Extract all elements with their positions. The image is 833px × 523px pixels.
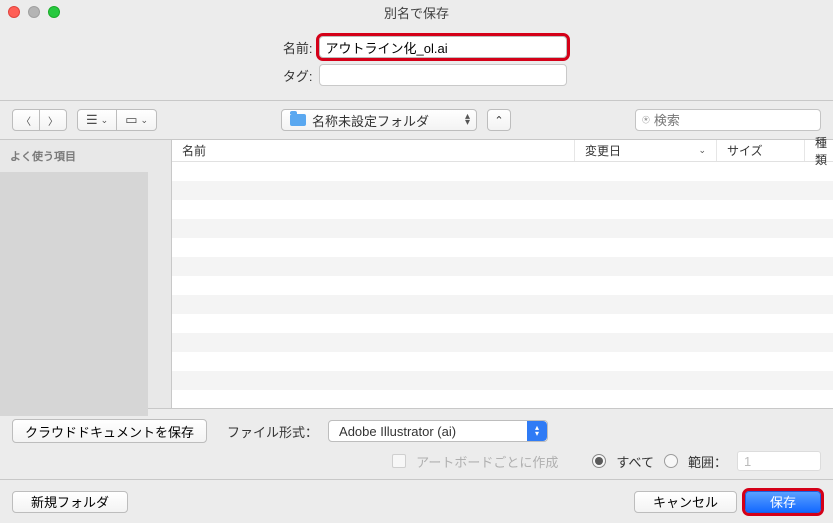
format-value: Adobe Illustrator (ai) bbox=[339, 424, 456, 439]
all-label: すべて bbox=[616, 452, 654, 471]
column-type[interactable]: 種類 bbox=[805, 140, 833, 161]
tag-input[interactable] bbox=[319, 64, 567, 86]
save-button[interactable]: 保存 bbox=[745, 491, 821, 513]
location-popup[interactable]: 名称未設定フォルダ ▴▾ bbox=[281, 109, 477, 131]
fullscreen-window-icon[interactable] bbox=[48, 6, 60, 18]
content-area: よく使う項目 名前 変更日⌄ サイズ 種類 bbox=[0, 140, 833, 408]
sidebar-favorites-block[interactable] bbox=[0, 172, 148, 416]
folder-icon: ▭ bbox=[125, 112, 137, 128]
name-section: 名前: タグ: bbox=[0, 24, 833, 100]
artboard-row: アートボードごとに作成 すべて 範囲： bbox=[0, 449, 833, 479]
traffic-lights bbox=[8, 6, 60, 18]
group-button[interactable]: ▭⌄ bbox=[117, 109, 157, 131]
column-header: 名前 変更日⌄ サイズ 種類 bbox=[172, 140, 833, 162]
chevron-up-icon: ⌃ bbox=[494, 114, 503, 127]
forward-button[interactable]: 〉 bbox=[40, 109, 67, 131]
new-folder-button[interactable]: 新規フォルダ bbox=[12, 491, 128, 513]
format-label: ファイル形式： bbox=[227, 422, 318, 441]
toolbar: 〈 〉 ☰⌄ ▭⌄ 名称未設定フォルダ ▴▾ ⌃ ⍟ bbox=[0, 101, 833, 139]
column-date[interactable]: 変更日⌄ bbox=[575, 140, 717, 161]
view-mode-button[interactable]: ☰⌄ bbox=[77, 109, 117, 131]
chevron-down-icon: ⌄ bbox=[141, 115, 149, 126]
all-radio[interactable] bbox=[592, 454, 606, 468]
folder-swatch-icon bbox=[290, 114, 306, 126]
list-icon: ☰ bbox=[86, 112, 98, 128]
column-name[interactable]: 名前 bbox=[172, 140, 575, 161]
updown-icon: ▴▾ bbox=[527, 421, 547, 441]
minimize-window-icon bbox=[28, 6, 40, 18]
tag-label: タグ: bbox=[267, 66, 313, 85]
filename-input[interactable] bbox=[319, 36, 567, 58]
cloud-save-button[interactable]: クラウドドキュメントを保存 bbox=[12, 419, 207, 443]
window-title: 別名で保存 bbox=[384, 3, 449, 22]
chevron-left-icon: 〈 bbox=[21, 113, 31, 128]
chevron-down-icon: ⌄ bbox=[101, 115, 109, 126]
footer: 新規フォルダ キャンセル 保存 bbox=[0, 479, 833, 523]
nav-buttons: 〈 〉 bbox=[12, 109, 67, 131]
collapse-button[interactable]: ⌃ bbox=[487, 109, 511, 131]
per-artboard-checkbox bbox=[392, 454, 406, 468]
view-buttons: ☰⌄ ▭⌄ bbox=[77, 109, 157, 131]
sidebar: よく使う項目 bbox=[0, 140, 172, 408]
search-input[interactable] bbox=[654, 113, 830, 128]
file-rows[interactable] bbox=[172, 162, 833, 409]
back-button[interactable]: 〈 bbox=[12, 109, 40, 131]
format-select[interactable]: Adobe Illustrator (ai) ▴▾ bbox=[328, 420, 548, 442]
updown-icon: ▴▾ bbox=[465, 114, 470, 126]
column-size[interactable]: サイズ bbox=[717, 140, 805, 161]
sidebar-favorites-heading: よく使う項目 bbox=[0, 144, 171, 168]
cancel-button[interactable]: キャンセル bbox=[634, 491, 737, 513]
per-artboard-label: アートボードごとに作成 bbox=[416, 452, 558, 471]
range-input bbox=[737, 451, 821, 471]
name-label: 名前: bbox=[267, 38, 313, 57]
chevron-right-icon: 〉 bbox=[48, 113, 58, 128]
close-window-icon[interactable] bbox=[8, 6, 20, 18]
range-radio[interactable] bbox=[664, 454, 678, 468]
file-list: 名前 変更日⌄ サイズ 種類 bbox=[172, 140, 833, 408]
search-icon: ⍟ bbox=[642, 112, 650, 128]
titlebar: 別名で保存 bbox=[0, 0, 833, 24]
search-field[interactable]: ⍟ bbox=[635, 109, 821, 131]
location-label: 名称未設定フォルダ bbox=[312, 111, 429, 130]
sort-desc-icon: ⌄ bbox=[698, 145, 706, 156]
range-label: 範囲： bbox=[688, 452, 727, 471]
